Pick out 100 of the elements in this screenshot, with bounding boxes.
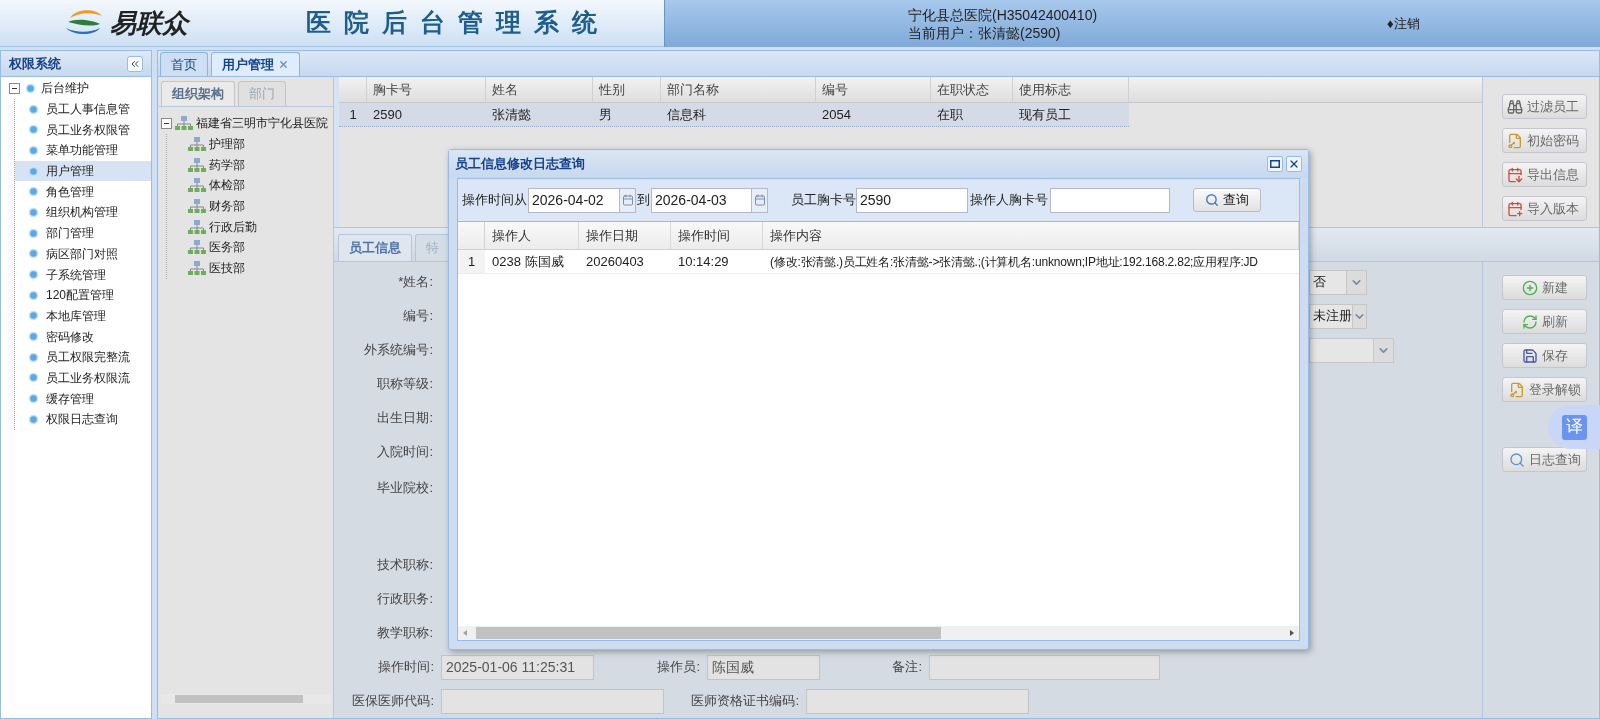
dropdown[interactable]: 未注册	[1309, 303, 1367, 329]
org-chart-icon	[187, 136, 207, 153]
calendar-icon[interactable]	[621, 194, 634, 206]
column-header[interactable]: 性别	[593, 77, 661, 102]
brand-name: 易联众	[110, 6, 188, 40]
column-header[interactable]: 操作时间	[671, 222, 763, 249]
tree-item[interactable]: 缓存管理	[15, 388, 151, 409]
operator-card-field[interactable]	[1050, 187, 1170, 213]
horizontal-scrollbar[interactable]	[458, 626, 1299, 640]
calendar-plus-icon	[1507, 200, 1523, 217]
query-button[interactable]: 查询	[1193, 188, 1261, 212]
column-header[interactable]: 操作日期	[579, 222, 671, 249]
system-title: 医院后台管理系统	[306, 7, 610, 40]
field-label: 出生日期:	[376, 409, 434, 428]
column-header[interactable]: 操作人	[485, 222, 579, 249]
tree-item[interactable]: 员工业务权限管	[15, 119, 151, 141]
tree-item[interactable]: 护理部	[209, 135, 245, 154]
tree-item[interactable]: 120配置管理	[15, 284, 151, 306]
column-header[interactable]: 使用标志	[1013, 77, 1129, 102]
field-label: 备注:	[891, 658, 923, 677]
table-cell-text: 0238 陈国威	[491, 252, 565, 271]
column-header[interactable]: 胸卡号	[367, 77, 486, 102]
toolbar-button[interactable]: 初始密码	[1502, 128, 1587, 153]
table-cell-text: 10:14:29	[677, 252, 730, 271]
tree-item[interactable]: 部门管理	[15, 222, 151, 244]
column-header[interactable]: 部门名称	[661, 77, 816, 102]
dropdown-value: 否	[1312, 273, 1327, 292]
plus-circle-icon	[1521, 279, 1538, 296]
document-key-icon	[1508, 381, 1525, 398]
date-value: 2026-04-03	[654, 190, 728, 210]
close-tab-icon[interactable]	[278, 59, 289, 70]
org-chart-icon	[187, 198, 207, 215]
tree-item[interactable]: 财务部	[209, 197, 245, 216]
toolbar-button[interactable]: 登录解锁	[1502, 377, 1587, 402]
column-header[interactable]: 在职状态	[931, 77, 1013, 102]
maximize-button[interactable]	[1267, 156, 1283, 172]
toolbar-button[interactable]: 刷新	[1502, 309, 1587, 334]
dropdown[interactable]	[1309, 337, 1394, 363]
page-tab[interactable]: 用户管理	[211, 52, 300, 76]
horizontal-scrollbar[interactable]	[161, 694, 331, 704]
field-label: 医保医师代码:	[351, 692, 435, 711]
logout-link[interactable]: ♦注销	[1387, 13, 1420, 34]
tree-item[interactable]: 福建省三明市宁化县医院	[196, 114, 328, 133]
org-chart-icon	[187, 156, 207, 173]
toolbar-button[interactable]: 日志查询	[1502, 447, 1587, 472]
text-field[interactable]	[806, 688, 1029, 714]
tree-item[interactable]: 医务部	[209, 238, 245, 257]
toolbar-button[interactable]: 过滤员工	[1502, 94, 1587, 119]
tree-item[interactable]: 子系统管理	[15, 264, 151, 285]
sidebar-title: 权限系统	[9, 54, 61, 73]
tree-item[interactable]: 体检部	[209, 176, 245, 195]
calendar-icon[interactable]	[753, 194, 766, 206]
table-cell-text: (修改:张清懿.)员工姓名:张清懿->张清懿.;(计算机名:unknown;IP地址:192.168.2.82;应用程序:JD	[769, 253, 1258, 271]
text-field[interactable]	[929, 654, 1160, 680]
column-header[interactable]: 操作内容	[763, 222, 1299, 249]
panel-tab[interactable]: 组织架构	[161, 81, 235, 106]
tree-item[interactable]: 用户管理	[15, 160, 151, 182]
tree-item[interactable]: 后台维护	[41, 79, 89, 98]
tree-item[interactable]: 本地库管理	[15, 305, 151, 327]
date-field[interactable]: 2026-04-03	[651, 187, 768, 213]
tree-item[interactable]: 员工业务权限流	[15, 367, 151, 389]
dropdown[interactable]: 否	[1309, 269, 1367, 295]
tree-item[interactable]: 病区部门对照	[15, 243, 151, 265]
tree-item[interactable]: 权限日志查询	[15, 409, 151, 430]
tree-item[interactable]: 角色管理	[15, 181, 151, 203]
close-button[interactable]	[1286, 156, 1302, 172]
table-row[interactable]: 1 2590 张清懿 男 信息科 2054 在职 现有员工	[339, 103, 1129, 127]
text-field[interactable]: 2025-01-06 11:25:31	[441, 654, 594, 680]
column-header[interactable]: 姓名	[486, 77, 593, 102]
tree-item[interactable]: 密码修改	[15, 326, 151, 347]
filter-label: 操作时间从	[462, 191, 527, 210]
tree-item[interactable]: 医技部	[209, 259, 245, 278]
toolbar-button[interactable]: 导入版本	[1502, 196, 1587, 221]
date-field[interactable]: 2026-04-02	[528, 187, 636, 213]
tree-item[interactable]: 员工权限完整流	[15, 346, 151, 368]
translate-icon: 译	[1561, 414, 1587, 440]
refresh-icon	[1521, 313, 1538, 330]
table-row[interactable]: 1 0238 陈国威 20260403 10:14:29 (修改:张清懿.)员工姓名:张清懿->张清懿.;(计算机名:unknown;IP地址:192.168.2.82;应用程序:JD	[458, 250, 1299, 274]
tree-item[interactable]: 行政后勤	[209, 217, 257, 236]
collapse-icon[interactable]	[9, 82, 20, 94]
table-cell-text: 现有员工	[1018, 105, 1072, 124]
tree-item[interactable]: 组织机构管理	[15, 202, 151, 223]
toolbar-button[interactable]: 新建	[1502, 275, 1587, 300]
card-number-field[interactable]: 2590	[856, 187, 968, 213]
detail-tab[interactable]: 员工信息	[338, 234, 412, 261]
field-label: 医师资格证书编码:	[690, 692, 800, 711]
page-tab[interactable]: 首页	[160, 52, 208, 76]
filter-label: 员工胸卡号	[791, 191, 856, 210]
toolbar-button[interactable]: 保存	[1502, 343, 1587, 368]
collapse-icon[interactable]	[161, 117, 172, 129]
tree-item[interactable]: 药学部	[209, 155, 245, 174]
toolbar-button[interactable]: 导出信息	[1502, 162, 1587, 187]
field-label: 入院时间:	[376, 443, 434, 462]
tree-item[interactable]: 员工人事信息管	[15, 98, 151, 120]
maximize-icon	[1270, 160, 1280, 168]
tree-item[interactable]: 菜单功能管理	[15, 140, 151, 161]
column-header[interactable]: 编号	[816, 77, 931, 102]
collapse-sidebar-button[interactable]	[127, 55, 143, 72]
text-field[interactable]	[441, 688, 664, 714]
text-field[interactable]: 陈国威	[707, 654, 820, 680]
